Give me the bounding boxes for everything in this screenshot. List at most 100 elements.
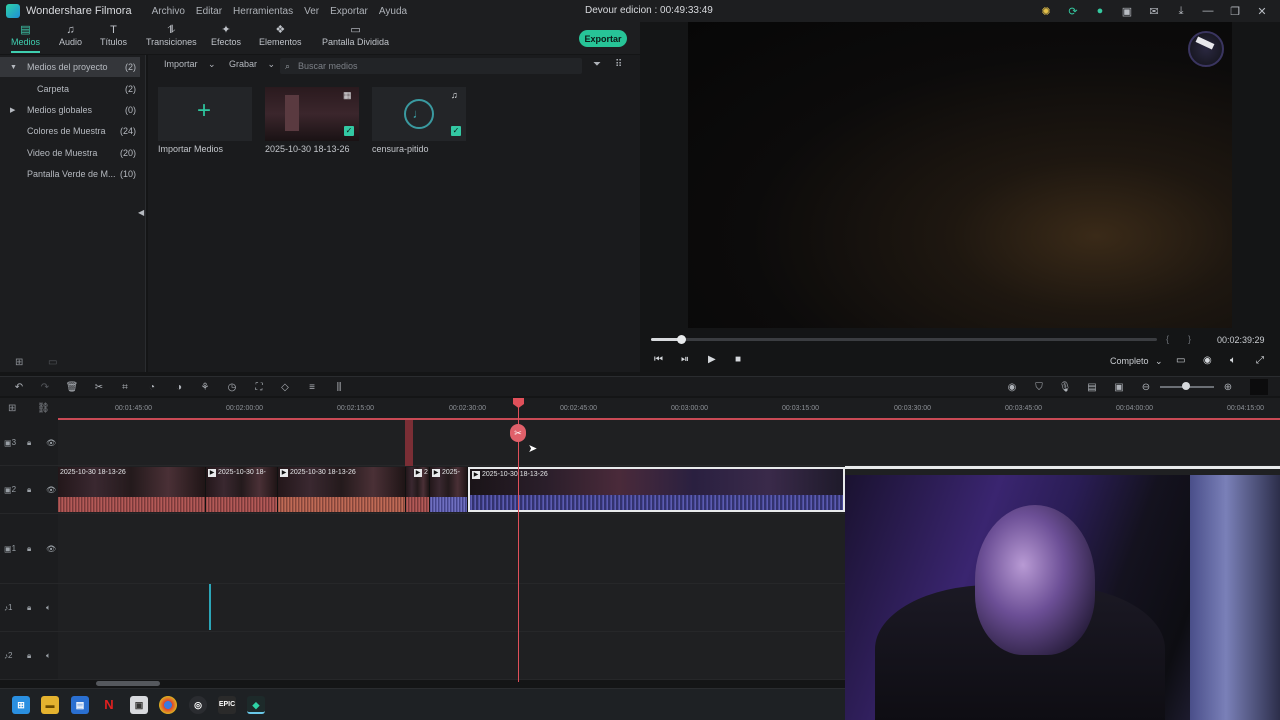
eye-icon[interactable]: 👁︎ bbox=[46, 485, 56, 494]
tab-efectos[interactable]: ✦ Efectos bbox=[211, 24, 241, 47]
grid-view-icon[interactable]: ⠿ bbox=[615, 59, 622, 70]
preview-scrubber[interactable] bbox=[651, 335, 1157, 344]
adjust-icon[interactable]: ≡ bbox=[305, 380, 319, 394]
zoom-slider-knob[interactable] bbox=[1182, 382, 1190, 390]
lock-icon[interactable]: 🔒︎ bbox=[27, 544, 31, 554]
sidebar-item-sample-colors[interactable]: Colores de Muestra (24) bbox=[0, 121, 140, 141]
fullscreen-icon[interactable]: ⤢ bbox=[1256, 355, 1264, 366]
capture-icon[interactable]: ▣ bbox=[130, 696, 148, 714]
crop-icon[interactable]: ⌗ bbox=[118, 380, 132, 394]
fit-icon[interactable]: ⛶ bbox=[252, 380, 266, 394]
search-input[interactable]: ⌕ Buscar medios bbox=[280, 58, 582, 74]
menu-ver[interactable]: Ver bbox=[304, 6, 319, 17]
color-icon[interactable]: ◑ bbox=[172, 380, 186, 394]
tab-elementos[interactable]: ❖ Elementos bbox=[259, 24, 302, 47]
timeline-clip[interactable]: ▶ 2 bbox=[406, 467, 430, 512]
new-folder-icon[interactable]: ⊞ bbox=[15, 357, 23, 368]
account-icon[interactable]: ● bbox=[1092, 3, 1108, 19]
menu-herramientas[interactable]: Herramientas bbox=[233, 6, 293, 17]
video-thumbnail[interactable]: ▦ ✓ bbox=[265, 87, 359, 141]
step-back-icon[interactable]: ⏮ bbox=[654, 354, 663, 365]
import-dropdown[interactable]: Importar ⌄ bbox=[164, 59, 216, 73]
duration-icon[interactable]: ◷ bbox=[225, 380, 239, 394]
audio-clip-sliver[interactable] bbox=[209, 584, 211, 630]
epic-games-icon[interactable]: EPIC bbox=[218, 696, 236, 714]
lock-icon[interactable]: 🔒︎ bbox=[27, 485, 31, 495]
timeline-clip[interactable]: ▶ 2025-10-30 18-13-26 bbox=[278, 467, 406, 512]
sync-icon[interactable]: ⟳ bbox=[1065, 3, 1081, 19]
play-frame-icon[interactable]: ⏯ bbox=[681, 354, 689, 365]
lock-icon[interactable]: 🔒︎ bbox=[27, 651, 31, 661]
tab-audio[interactable]: ♫ Audio bbox=[59, 24, 82, 47]
menu-editar[interactable]: Editar bbox=[196, 6, 222, 17]
eye-icon[interactable]: 👁︎ bbox=[46, 544, 56, 553]
menu-ayuda[interactable]: Ayuda bbox=[379, 6, 407, 17]
play-icon[interactable]: ▶ bbox=[708, 354, 716, 365]
sidebar-item-sample-video[interactable]: Video de Muestra (20) bbox=[0, 143, 140, 163]
split-scissors-icon[interactable]: ✂ bbox=[510, 424, 526, 442]
delete-icon[interactable]: 🗑︎ bbox=[65, 380, 79, 394]
audio-thumbnail[interactable]: ♩ ♫ ✓ bbox=[372, 87, 466, 141]
tab-pantalla-dividida[interactable]: ▭ Pantalla Dividida bbox=[322, 24, 389, 47]
tab-transiciones[interactable]: ⥮ Transiciones bbox=[146, 24, 197, 47]
eye-icon[interactable]: 👁︎ bbox=[46, 438, 56, 447]
tab-titulos[interactable]: T Títulos bbox=[100, 24, 127, 47]
mark-out-icon[interactable]: } bbox=[1188, 334, 1191, 344]
sidebar-item-global-media[interactable]: ▶ Medios globales (0) bbox=[0, 100, 140, 120]
collapse-panel-icon[interactable]: ◀ bbox=[138, 208, 144, 217]
record-dropdown[interactable]: Grabar ⌄ bbox=[229, 59, 275, 73]
speaker-icon[interactable]: 🔈︎ bbox=[46, 603, 51, 613]
add-track-icon[interactable]: ⊞ bbox=[8, 403, 16, 414]
windows-start-icon[interactable]: ⊞ bbox=[12, 696, 30, 714]
folder-icon[interactable]: ▭ bbox=[48, 357, 57, 368]
monitor-icon[interactable]: ▭ bbox=[1176, 355, 1185, 366]
mail-icon[interactable]: ✉ bbox=[1146, 3, 1162, 19]
sidebar-item-folder[interactable]: Carpeta (2) bbox=[0, 79, 140, 99]
mark-in-icon[interactable]: { bbox=[1166, 334, 1169, 344]
store-icon[interactable]: ▤ bbox=[71, 696, 89, 714]
stabilize-icon[interactable]: ⚘ bbox=[198, 380, 212, 394]
keyframe-icon[interactable]: ◇ bbox=[278, 380, 292, 394]
audio-wave-icon[interactable]: ⫼ bbox=[332, 380, 346, 394]
timeline-clip[interactable]: ▶ 2025-10-30 18- bbox=[206, 467, 278, 512]
download-icon[interactable]: ⤓ bbox=[1173, 3, 1189, 19]
microphone-icon[interactable]: 🎙︎ bbox=[1058, 380, 1072, 394]
volume-icon[interactable]: 🔈︎ bbox=[1230, 355, 1236, 366]
lock-icon[interactable]: 🔒︎ bbox=[27, 438, 31, 448]
speed-icon[interactable]: ◔ bbox=[145, 380, 159, 394]
track-video-3[interactable] bbox=[58, 420, 1280, 466]
link-icon[interactable]: ⛓ bbox=[37, 403, 50, 414]
mixer-icon[interactable]: ▤ bbox=[1085, 380, 1099, 394]
timeline-scrollbar[interactable] bbox=[96, 681, 160, 686]
import-media-tile[interactable]: + bbox=[158, 87, 252, 141]
video-preview[interactable] bbox=[688, 22, 1232, 328]
chrome-icon[interactable] bbox=[159, 696, 177, 714]
snapshot-icon[interactable]: ◉ bbox=[1203, 355, 1212, 366]
redo-icon[interactable]: ↷ bbox=[38, 380, 52, 394]
snapshot-track-icon[interactable]: ▣ bbox=[1112, 380, 1126, 394]
close-icon[interactable]: ✕ bbox=[1254, 3, 1270, 19]
playhead[interactable] bbox=[518, 400, 519, 682]
steam-icon[interactable]: ◎ bbox=[189, 696, 207, 714]
menu-archivo[interactable]: Archivo bbox=[152, 6, 185, 17]
timeline-clip[interactable]: 2025-10-30 18-13-26 bbox=[58, 467, 206, 512]
tab-medios[interactable]: ▤ Medios bbox=[11, 24, 41, 53]
zoom-out-icon[interactable]: ⊖ bbox=[1139, 380, 1153, 394]
save-icon[interactable]: ▣ bbox=[1119, 3, 1135, 19]
minimize-icon[interactable]: — bbox=[1200, 3, 1216, 19]
export-button[interactable]: Exportar bbox=[579, 30, 627, 47]
menu-exportar[interactable]: Exportar bbox=[330, 6, 368, 17]
restore-icon[interactable]: ❐ bbox=[1227, 3, 1243, 19]
render-icon[interactable]: ◉ bbox=[1005, 380, 1019, 394]
marker-icon[interactable]: ⛉ bbox=[1032, 380, 1046, 394]
lock-icon[interactable]: 🔒︎ bbox=[27, 603, 31, 613]
filter-icon[interactable]: ⏷ bbox=[593, 59, 601, 70]
sidebar-item-project-media[interactable]: ▼ Medios del proyecto (2) bbox=[0, 57, 140, 77]
sidebar-item-green-screen[interactable]: Pantalla Verde de M... (10) bbox=[0, 164, 140, 184]
zoom-in-icon[interactable]: ⊕ bbox=[1221, 380, 1235, 394]
cut-icon[interactable]: ✂ bbox=[92, 380, 106, 394]
lightbulb-icon[interactable]: ✺ bbox=[1038, 3, 1054, 19]
timeline-clip-selected[interactable]: ▶ 2025-10-30 18-13-26 bbox=[468, 467, 845, 512]
quality-select[interactable]: Completo ⌄ bbox=[1110, 356, 1163, 367]
timeline-ruler[interactable]: ⊞ ⛓ 00:01:45:00 00:02:00:00 00:02:15:00 … bbox=[0, 398, 1280, 420]
